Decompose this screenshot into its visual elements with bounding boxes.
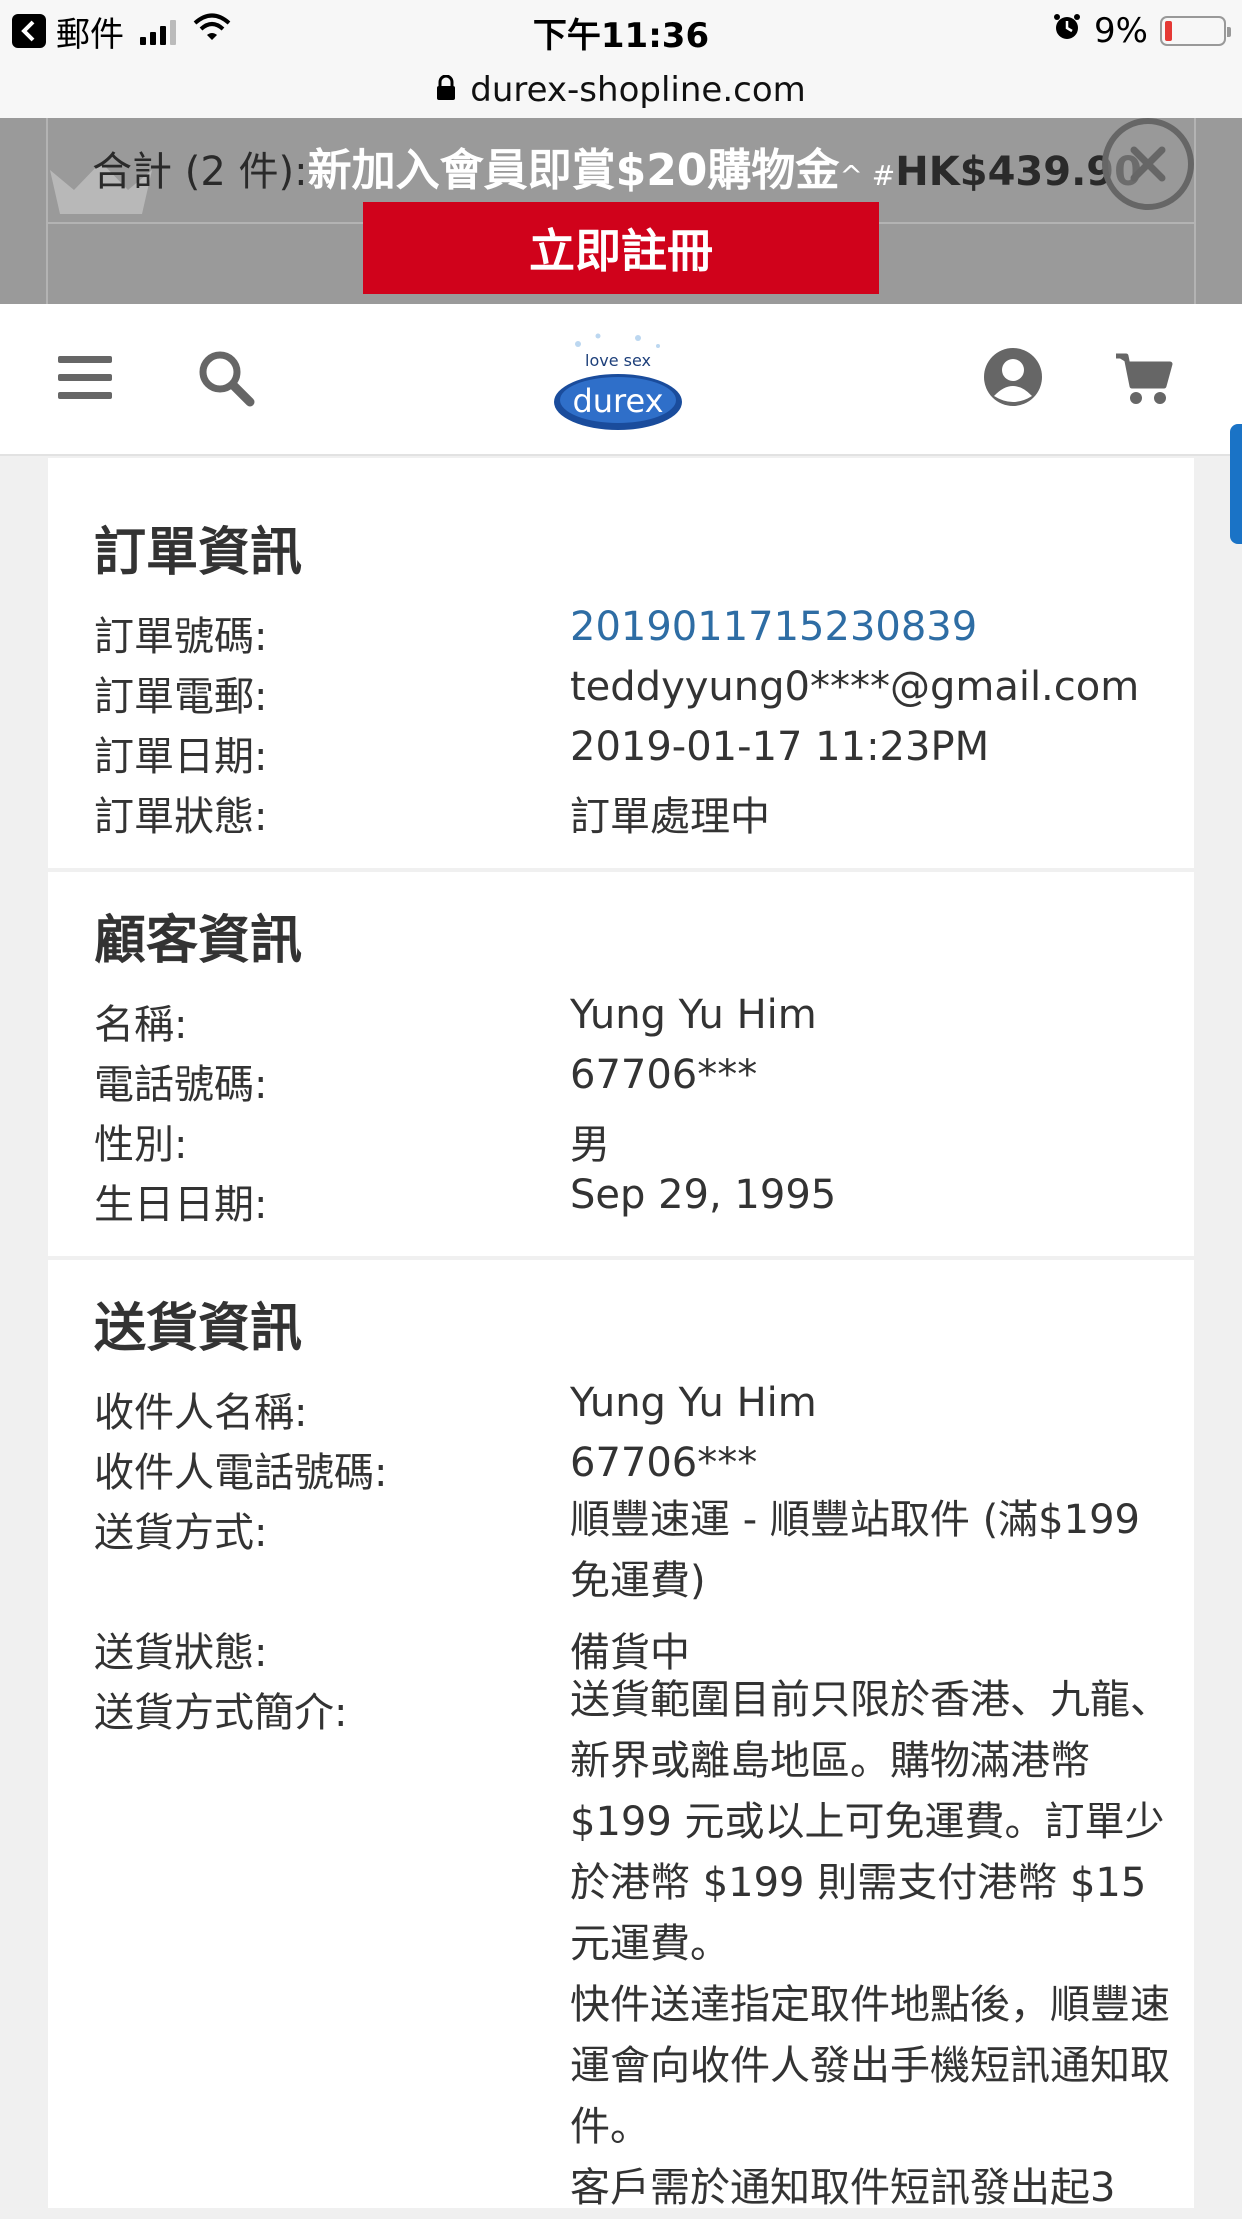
order-number-link[interactable]: 2019011715230839 <box>570 604 977 650</box>
recipient-phone-label: 收件人電話號碼: <box>94 1450 388 1496</box>
side-tab[interactable] <box>1230 424 1242 544</box>
order-number-label: 訂單號碼: <box>94 614 268 660</box>
delivery-info-title: 送貨資訊 <box>94 1299 303 1359</box>
order-status-value: 訂單處理中 <box>570 794 770 840</box>
customer-phone-label: 電話號碼: <box>94 1062 268 1108</box>
logo-tagline: love sex <box>585 351 651 370</box>
promo-text: 合計 (2 件):新加入會員即賞$20購物金^ #HK$439.90 <box>92 134 1142 198</box>
recipient-name-label: 收件人名稱: <box>94 1390 308 1436</box>
customer-name-label: 名稱: <box>94 1002 188 1048</box>
register-button[interactable]: 立即註冊 <box>363 202 879 294</box>
battery-percent: 9% <box>1094 11 1148 51</box>
delivery-method-label: 送貨方式: <box>94 1510 268 1556</box>
order-email-value: teddyyung0****@gmail.com <box>570 664 1140 710</box>
search-icon[interactable] <box>196 348 256 412</box>
promo-marks: ^ # <box>839 159 896 192</box>
site-header: love sex durex <box>0 304 1242 456</box>
customer-birthday-label: 生日日期: <box>94 1182 268 1228</box>
recipient-phone-value: 67706*** <box>570 1440 758 1486</box>
promo-headline: 新加入會員即賞$20購物金 <box>307 145 840 196</box>
customer-name-value: Yung Yu Him <box>570 992 817 1038</box>
customer-gender-label: 性別: <box>94 1122 188 1168</box>
delivery-description-p3: 客戶需於通知取件短訊發出起3 <box>570 2165 1116 2211</box>
customer-info-card: 顧客資訊 名稱: Yung Yu Him 電話號碼: 67706*** 性別: … <box>48 872 1194 1256</box>
account-icon[interactable] <box>982 346 1044 412</box>
order-date-label: 訂單日期: <box>94 734 268 780</box>
recipient-name-value: Yung Yu Him <box>570 1380 817 1426</box>
order-email-label: 訂單電郵: <box>94 674 268 720</box>
delivery-info-card: 送貨資訊 收件人名稱: Yung Yu Him 收件人電話號碼: 67706**… <box>48 1260 1194 2211</box>
address-bar[interactable]: durex-shopline.com <box>0 62 1242 118</box>
lock-icon <box>436 70 456 110</box>
status-bar: 郵件 下午11:36 9% <box>0 0 1242 62</box>
durex-logo[interactable]: love sex durex <box>548 326 688 434</box>
cart-icon[interactable] <box>1114 352 1174 410</box>
menu-icon[interactable] <box>58 354 112 406</box>
order-status-label: 訂單狀態: <box>94 794 268 840</box>
url-text: durex-shopline.com <box>470 70 806 110</box>
close-icon <box>1130 146 1166 182</box>
delivery-description-label: 送貨方式簡介: <box>94 1690 348 1736</box>
battery-icon <box>1160 16 1231 46</box>
cart-total-label: 合計 (2 件): <box>92 149 308 195</box>
delivery-description-value: 送貨範圍目前只限於香港、九龍、新界或離島地區。購物滿港幣 $199 元或以上可免… <box>570 1670 1170 2219</box>
order-info-title: 訂單資訊 <box>94 523 303 583</box>
delivery-description-p1: 送貨範圍目前只限於香港、九龍、新界或離島地區。購物滿港幣 $199 元或以上可免… <box>570 1677 1170 1967</box>
delivery-method-value: 順豐速運 - 順豐站取件 (滿$199免運費) <box>570 1497 1140 1604</box>
order-date-value: 2019-01-17 11:23PM <box>570 724 990 770</box>
promo-banner: 合計 (2 件):新加入會員即賞$20購物金^ #HK$439.90 立即註冊 <box>0 118 1242 304</box>
logo-brand: durex <box>572 382 663 420</box>
customer-phone-value: 67706*** <box>570 1052 758 1098</box>
order-info-card: 訂單資訊 訂單號碼: 2019011715230839 訂單電郵: teddyy… <box>48 458 1194 868</box>
customer-info-title: 顧客資訊 <box>94 911 303 971</box>
delivery-description-p2: 快件送達指定取件地點後，順豐速運會向收件人發出手機短訊通知取件。 <box>570 1982 1170 2150</box>
customer-gender-value: 男 <box>570 1122 610 1168</box>
delivery-status-label: 送貨狀態: <box>94 1630 268 1676</box>
close-promo-button[interactable] <box>1102 118 1194 210</box>
customer-birthday-value: Sep 29, 1995 <box>570 1172 837 1218</box>
alarm-icon <box>1052 11 1082 51</box>
